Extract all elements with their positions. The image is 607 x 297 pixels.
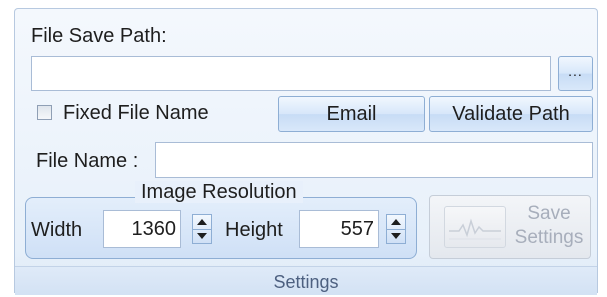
arrow-up-icon bbox=[391, 219, 401, 225]
height-decrement-button[interactable] bbox=[387, 229, 405, 243]
height-input[interactable]: 557 bbox=[299, 210, 379, 248]
file-name-label: File Name : bbox=[36, 150, 139, 172]
save-settings-line1: Save bbox=[527, 203, 571, 224]
width-increment-button[interactable] bbox=[193, 215, 211, 230]
arrow-down-icon bbox=[391, 233, 401, 239]
height-label: Height bbox=[225, 219, 283, 241]
image-resolution-title: Image Resolution bbox=[135, 181, 303, 203]
validate-path-button[interactable]: Validate Path bbox=[429, 96, 593, 132]
waveform-icon-graphic bbox=[449, 218, 501, 240]
file-save-path-input[interactable] bbox=[31, 56, 551, 91]
width-spinner[interactable] bbox=[192, 214, 212, 244]
height-spinner[interactable] bbox=[386, 214, 406, 244]
settings-footer: Settings bbox=[15, 266, 597, 295]
height-increment-button[interactable] bbox=[387, 215, 405, 230]
width-input[interactable]: 1360 bbox=[103, 210, 181, 248]
settings-panel: File Save Path: ... Fixed File Name Emai… bbox=[14, 8, 598, 295]
arrow-up-icon bbox=[197, 219, 207, 225]
save-settings-button[interactable]: Save Settings bbox=[429, 195, 591, 259]
save-settings-label: Save Settings bbox=[508, 202, 590, 250]
save-settings-line2: Settings bbox=[514, 227, 584, 248]
email-button[interactable]: Email bbox=[278, 96, 425, 132]
fixed-file-name-checkbox[interactable] bbox=[37, 105, 52, 120]
fixed-file-name-label: Fixed File Name bbox=[63, 102, 209, 124]
file-save-path-label: File Save Path: bbox=[31, 25, 167, 47]
browse-button[interactable]: ... bbox=[558, 56, 593, 91]
waveform-icon bbox=[444, 206, 506, 248]
width-decrement-button[interactable] bbox=[193, 229, 211, 243]
file-name-input[interactable] bbox=[155, 142, 593, 178]
width-label: Width bbox=[31, 219, 83, 241]
arrow-down-icon bbox=[197, 233, 207, 239]
